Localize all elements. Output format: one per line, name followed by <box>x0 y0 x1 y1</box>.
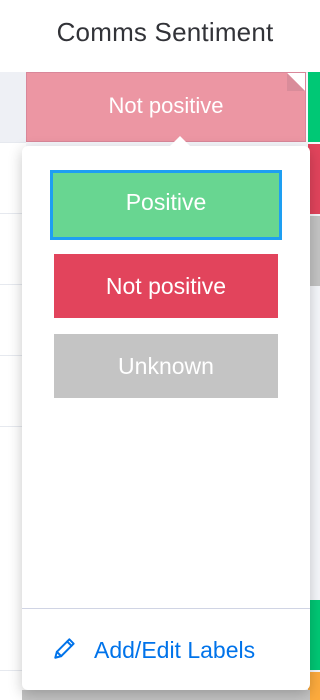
status-cell-label: Not positive <box>108 93 224 118</box>
status-cell-peek <box>22 690 310 700</box>
pencil-icon <box>52 635 78 666</box>
adjacent-cell <box>0 72 26 143</box>
label-option-not-positive[interactable]: Not positive <box>54 254 278 318</box>
label-picker-popover: Positive Not positive Unknown Add/Edit L… <box>22 136 310 690</box>
column-header: Comms Sentiment <box>0 0 320 73</box>
add-edit-labels-button[interactable]: Add/Edit Labels <box>52 632 255 668</box>
fold-corner-shade <box>287 73 305 91</box>
adjacent-status-cell <box>308 72 320 142</box>
label-option-positive[interactable]: Positive <box>50 170 282 240</box>
status-cell-current[interactable]: Not positive <box>26 72 306 142</box>
popover-arrow <box>168 136 192 148</box>
add-edit-labels-label: Add/Edit Labels <box>94 636 256 663</box>
popover-divider <box>22 608 310 609</box>
label-option-unknown[interactable]: Unknown <box>54 334 278 398</box>
column-title[interactable]: Comms Sentiment <box>0 17 320 48</box>
board-page: Comms Sentiment Not positive Positive No… <box>0 0 320 700</box>
